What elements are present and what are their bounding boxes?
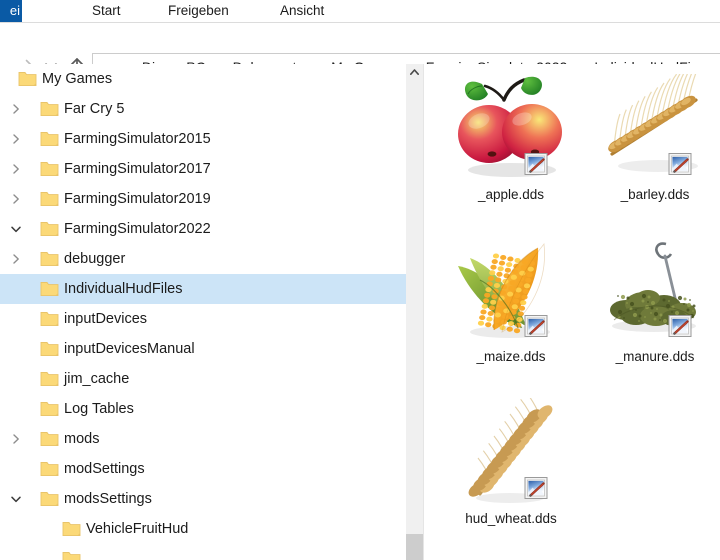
tree-item-vehiclefruithud[interactable]: VehicleFruitHud (0, 514, 406, 544)
folder-icon (40, 161, 59, 177)
dds-image-file-icon (668, 152, 692, 176)
tree-item-label: My Games (42, 71, 113, 87)
folder-icon (40, 491, 59, 507)
file-thumbnail (440, 391, 582, 510)
folder-icon (40, 401, 59, 417)
tab-freigeben[interactable]: Freigeben (168, 0, 229, 22)
file-name-label: _apple.dds (477, 187, 545, 202)
file-thumbnail (440, 236, 582, 348)
folder-icon (40, 251, 59, 267)
file-item[interactable]: _maize.dds (440, 236, 582, 366)
chevron-right-icon[interactable] (10, 103, 22, 115)
file-list-pane: _apple.dds _barley.dds _maize.dds _manure.d… (424, 64, 720, 560)
tree-item-inputdevices[interactable]: inputDevices (0, 304, 406, 334)
folder-icon (40, 311, 59, 327)
tree-item-label: modSettings (64, 461, 145, 477)
folder-icon (40, 191, 59, 207)
chevron-right-icon[interactable] (10, 193, 22, 205)
maize-thumbnail (452, 236, 570, 347)
tree-item-my-games[interactable]: My Games (0, 64, 406, 94)
dds-image-file-icon (668, 314, 692, 338)
file-thumbnail (584, 236, 720, 348)
folder-icon (40, 131, 59, 147)
ribbon-tab-strip: ei Start Freigeben Ansicht (0, 0, 720, 22)
tree-item-label: modsSettings (64, 491, 152, 507)
tree-item-farmingsimulator2015[interactable]: FarmingSimulator2015 (0, 124, 406, 154)
folder-icon (40, 101, 59, 117)
folder-icon (40, 371, 59, 387)
folder-icon (40, 341, 59, 357)
folder-icon (40, 431, 59, 447)
tree-item-label: FarmingSimulator2017 (64, 161, 211, 177)
file-thumbnail (440, 74, 582, 186)
scroll-up-button[interactable] (406, 64, 423, 81)
chevron-down-icon[interactable] (10, 493, 22, 505)
chevron-right-icon[interactable] (10, 133, 22, 145)
tree-item-label: Log Tables (64, 401, 134, 417)
tree-item-label: FarmingSimulator2015 (64, 131, 211, 147)
tree-item-label: jim_cache (64, 371, 130, 387)
tab-start[interactable]: Start (92, 0, 121, 22)
chevron-right-icon[interactable] (10, 433, 22, 445)
folder-icon (62, 521, 81, 537)
explorer-body: My Games Far Cry 5 FarmingSimulator2015 Far… (0, 64, 720, 560)
apples-thumbnail (452, 74, 570, 185)
chevron-right-icon[interactable] (10, 163, 22, 175)
tree-item-modsettings[interactable]: modSettings (0, 454, 406, 484)
tree-item-label: VehicleFruitHud (86, 521, 189, 537)
tree-item-label: mods (64, 431, 100, 447)
file-item[interactable]: _apple.dds (440, 74, 582, 204)
folder-icon (40, 281, 59, 297)
file-item[interactable]: _barley.dds (584, 64, 720, 204)
tree-item-farmingsimulator2017[interactable]: FarmingSimulator2017 (0, 154, 406, 184)
file-thumbnail (584, 64, 720, 186)
chevron-down-icon[interactable] (10, 223, 22, 235)
tree-item-farmingsimulator2019[interactable]: FarmingSimulator2019 (0, 184, 406, 214)
tree-item-label: FarmingSimulator2019 (64, 191, 211, 207)
barley-thumbnail (596, 64, 714, 185)
file-name-label: _barley.dds (620, 187, 690, 202)
tree-item-debugger[interactable]: debugger (0, 244, 406, 274)
file-name-label: _maize.dds (476, 349, 546, 364)
navigation-pane: My Games Far Cry 5 FarmingSimulator2015 Far… (0, 64, 406, 560)
tree-item-individualhudfiles[interactable]: IndividualHudFiles (0, 274, 406, 304)
navigation-pane-scrollbar[interactable] (406, 64, 423, 560)
manure-thumbnail (596, 236, 714, 347)
folder-icon (40, 221, 59, 237)
file-name-label: _manure.dds (615, 349, 695, 364)
tree-item-label: Far Cry 5 (64, 101, 125, 117)
tree-item-mods[interactable]: mods (0, 424, 406, 454)
tab-datei[interactable]: ei (0, 0, 22, 22)
tree-item-farmingsimulator2022[interactable]: FarmingSimulator2022 (0, 214, 406, 244)
scrollbar-thumb[interactable] (406, 534, 423, 560)
file-name-label: hud_wheat.dds (465, 511, 557, 526)
tree-item-label: inputDevices (64, 311, 148, 327)
tree-item-jim-cache[interactable]: jim_cache (0, 364, 406, 394)
folder-icon (18, 71, 37, 87)
tree-item-far-cry-5[interactable]: Far Cry 5 (0, 94, 406, 124)
tree-item-log-tables[interactable]: Log Tables (0, 394, 406, 424)
dds-image-file-icon (524, 476, 548, 500)
folder-icon (40, 461, 59, 477)
tree-item-label: inputDevicesManual (64, 341, 195, 357)
tree-item-inputdevicesmanual[interactable]: inputDevicesManual (0, 334, 406, 364)
tree-item-label: FarmingSimulator2022 (64, 221, 211, 237)
dds-image-file-icon (524, 314, 548, 338)
folder-icon (62, 551, 81, 560)
dds-image-file-icon (524, 152, 548, 176)
file-explorer-window: ei Start Freigeben Ansicht My Games Far … (0, 0, 720, 560)
chevron-right-icon[interactable] (10, 253, 22, 265)
address-bar-row: › Dieser PC › Dokumente › My Games › Far… (0, 23, 720, 80)
tree-item-label: debugger (64, 251, 126, 267)
wheat-thumbnail (452, 391, 570, 509)
file-item[interactable]: hud_wheat.dds (440, 391, 582, 528)
tree-item-modssettings[interactable]: modsSettings (0, 484, 406, 514)
file-item[interactable]: _manure.dds (584, 236, 720, 366)
tree-item-partial[interactable] (0, 544, 406, 560)
tab-ansicht[interactable]: Ansicht (280, 0, 324, 22)
tree-item-label: IndividualHudFiles (64, 281, 183, 297)
